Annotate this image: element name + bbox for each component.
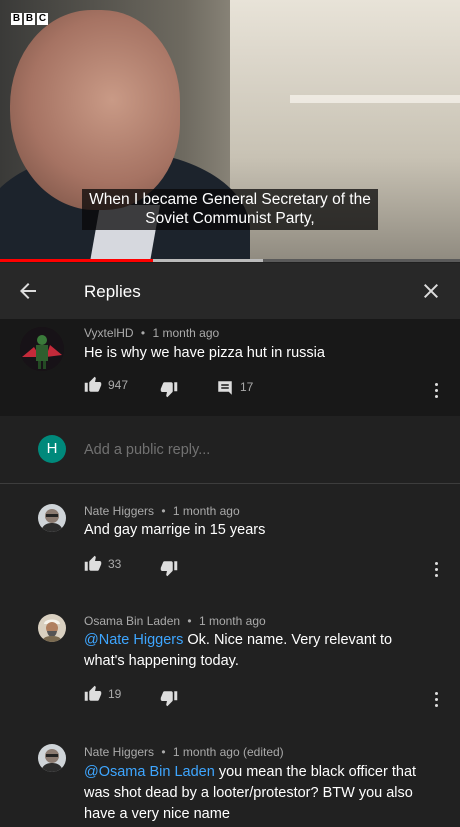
comment-meta: VyxtelHD • 1 month ago: [84, 326, 219, 340]
video-progress-bar[interactable]: [0, 259, 460, 262]
progress-played: [0, 259, 154, 262]
avatar[interactable]: [38, 504, 66, 532]
more-options-icon[interactable]: [424, 687, 448, 711]
arrow-left-icon[interactable]: [16, 279, 40, 303]
replies-header: Replies: [0, 263, 460, 319]
mention-link[interactable]: @Osama Bin Laden: [84, 764, 215, 780]
comment-meta: Nate Higgers • 1 month ago: [84, 504, 240, 518]
reply-comment: Osama Bin Laden • 1 month ago @Nate Higg…: [0, 594, 460, 724]
comment-actions: 947 17: [84, 376, 454, 400]
avatar[interactable]: [38, 744, 66, 772]
comment-text: And gay marrige in 15 years: [84, 520, 444, 541]
more-options-icon[interactable]: [424, 557, 448, 581]
comment-author[interactable]: Osama Bin Laden: [84, 614, 180, 628]
reply-button[interactable]: 17: [216, 376, 253, 397]
thumbs-down-icon: [160, 691, 178, 707]
comment-time[interactable]: 1 month ago (edited): [173, 745, 284, 759]
reply-input-row: H Add a public reply...: [0, 417, 460, 484]
video-shelf: [290, 95, 460, 103]
thumbs-down-icon: [160, 382, 178, 398]
meta-separator: •: [140, 326, 146, 340]
avatar[interactable]: [38, 614, 66, 642]
logo-letter: C: [37, 13, 48, 25]
video-player[interactable]: B B C When I became General Secretary of…: [0, 0, 460, 262]
avatar-image: [38, 744, 66, 772]
logo-letter: B: [11, 13, 22, 25]
reply-input[interactable]: Add a public reply...: [84, 442, 210, 458]
comment-time[interactable]: 1 month ago: [152, 326, 219, 340]
parent-comment: VyxtelHD • 1 month ago He is why we have…: [0, 319, 460, 416]
thumbs-up-icon: [84, 376, 102, 392]
meta-separator: •: [187, 614, 192, 628]
comment-time[interactable]: 1 month ago: [199, 614, 266, 628]
like-count: 947: [108, 378, 129, 392]
thumbs-down-icon: [160, 561, 178, 577]
reply-count: 17: [240, 379, 254, 394]
like-button[interactable]: 33: [84, 555, 121, 573]
avatar[interactable]: [20, 327, 64, 371]
dislike-button[interactable]: [160, 689, 178, 707]
dislike-button[interactable]: [160, 380, 178, 398]
comment-meta: Osama Bin Laden • 1 month ago: [84, 614, 266, 628]
like-count: 19: [108, 687, 122, 701]
reply-comment: Nate Higgers • 1 month ago (edited) @Osa…: [0, 724, 460, 827]
comment-text: @Osama Bin Laden you mean the black offi…: [84, 762, 444, 825]
thumbs-up-icon: [84, 685, 102, 701]
avatar-image: [20, 327, 64, 371]
user-avatar: H: [38, 435, 66, 463]
comment-author[interactable]: Nate Higgers: [84, 504, 154, 518]
avatar-image: [38, 504, 66, 532]
comment-actions: 19: [84, 685, 454, 709]
thumbs-up-icon: [84, 555, 102, 571]
like-button[interactable]: 947: [84, 376, 128, 394]
replies-title: Replies: [84, 282, 141, 301]
more-options-icon[interactable]: [424, 378, 448, 402]
meta-separator: •: [161, 745, 166, 759]
comment-author[interactable]: Nate Higgers: [84, 745, 154, 759]
mention-link[interactable]: @Nate Higgers: [84, 632, 183, 648]
bbc-logo: B B C: [11, 13, 48, 25]
avatar-image: [38, 614, 66, 642]
comment-actions: 33: [84, 555, 454, 579]
dislike-button[interactable]: [160, 559, 178, 577]
comment-time[interactable]: 1 month ago: [173, 504, 240, 518]
video-subtitle: When I became General Secretary of the S…: [82, 189, 378, 230]
comment-text: He is why we have pizza hut in russia: [84, 345, 325, 361]
video-person-head: [10, 10, 180, 210]
logo-letter: B: [24, 13, 35, 25]
meta-separator: •: [161, 504, 166, 518]
reply-comment: Nate Higgers • 1 month ago And gay marri…: [0, 484, 460, 594]
like-count: 33: [108, 557, 122, 571]
close-icon[interactable]: [419, 279, 443, 303]
comment-meta: Nate Higgers • 1 month ago (edited): [84, 745, 284, 759]
comment-author[interactable]: VyxtelHD: [84, 326, 134, 340]
comment-body: And gay marrige in 15 years: [84, 522, 266, 538]
like-button[interactable]: 19: [84, 685, 121, 703]
comment-text: @Nate Higgers Ok. Nice name. Very releva…: [84, 630, 434, 672]
comment-icon: [218, 381, 232, 395]
